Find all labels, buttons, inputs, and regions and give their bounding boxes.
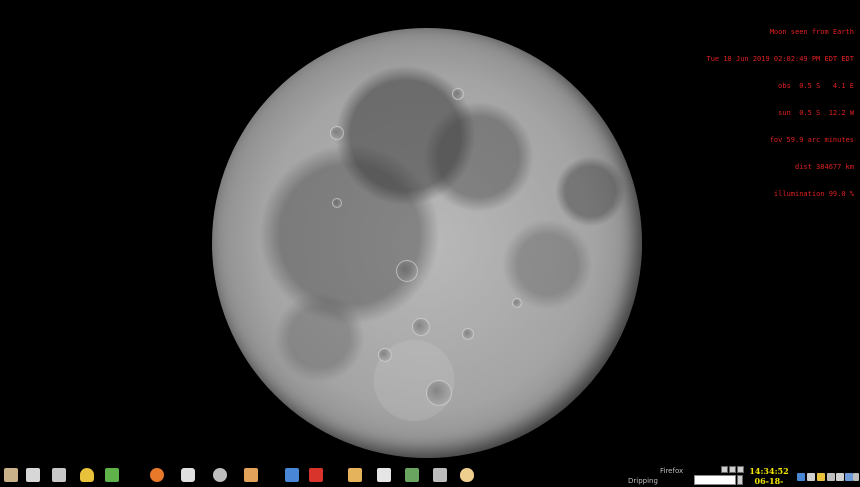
bird-icon[interactable] xyxy=(405,468,419,482)
moon-image xyxy=(212,28,642,458)
desktop: Moon seen from Earth Tue 18 Jun 2019 02:… xyxy=(0,0,860,462)
info-distance: dist 384677 km xyxy=(794,163,854,171)
battery-icon[interactable] xyxy=(827,473,835,481)
clock[interactable]: 14:34:52 06-18-2019 xyxy=(744,466,794,487)
info-title: Moon seen from Earth xyxy=(769,28,854,36)
pen-icon[interactable] xyxy=(433,468,447,482)
clock-date: 06-18-2019 xyxy=(754,476,784,487)
network-icon[interactable] xyxy=(797,473,805,481)
moon-crater xyxy=(462,328,474,340)
task-firefox[interactable]: Firefox xyxy=(660,466,683,476)
clock-time: 14:34:52 xyxy=(749,466,789,476)
images-icon[interactable] xyxy=(348,468,362,482)
moon-info-panel: Moon seen from Earth Tue 18 Jun 2019 02:… xyxy=(706,10,854,217)
info-datetime: Tue 18 Jun 2019 02:02:49 PM EDT EDT xyxy=(706,55,854,63)
text-editor-icon[interactable] xyxy=(309,468,323,482)
lock-tray-icon[interactable] xyxy=(836,473,844,481)
lock-dark-icon[interactable] xyxy=(213,468,227,482)
display-icon[interactable] xyxy=(845,473,853,481)
maximize-button[interactable] xyxy=(729,466,736,473)
moon-crater xyxy=(512,298,522,308)
taskbar-input-scroll[interactable] xyxy=(737,475,743,485)
paint-icon[interactable] xyxy=(105,468,119,482)
lock-icon[interactable] xyxy=(181,468,195,482)
taskbar-input[interactable] xyxy=(694,475,736,485)
close-button[interactable] xyxy=(737,466,744,473)
moon-crater xyxy=(452,88,464,100)
moon-crater xyxy=(412,318,430,336)
moon-crater xyxy=(396,260,418,282)
firefox-icon[interactable] xyxy=(150,468,164,482)
moon-crater xyxy=(378,348,392,362)
moon-crater xyxy=(332,198,342,208)
moon-crater xyxy=(330,126,344,140)
task-dripping[interactable]: Dripping xyxy=(628,476,658,486)
info-observer: obs 0.5 S 4.1 E xyxy=(778,82,854,90)
basket-icon[interactable] xyxy=(80,468,94,482)
volume-icon[interactable] xyxy=(807,473,815,481)
power-icon[interactable] xyxy=(853,473,859,481)
minimize-button[interactable] xyxy=(721,466,728,473)
task-list: Firefox Dripping xyxy=(628,466,689,486)
cards-icon[interactable] xyxy=(244,468,258,482)
basket-tray-icon[interactable] xyxy=(817,473,825,481)
moon-crater xyxy=(426,380,452,406)
info-sun: sun 0.5 S 12.2 W xyxy=(778,109,854,117)
notes-icon[interactable] xyxy=(26,468,40,482)
info-fov: fov 59.9 arc minutes xyxy=(769,136,854,144)
egg-icon[interactable] xyxy=(460,468,474,482)
clipboard-icon[interactable] xyxy=(52,468,66,482)
document-icon[interactable] xyxy=(285,468,299,482)
info-illumination: illumination 99.0 % xyxy=(773,190,854,198)
printer-icon[interactable] xyxy=(377,468,391,482)
settings-icon[interactable] xyxy=(4,468,18,482)
